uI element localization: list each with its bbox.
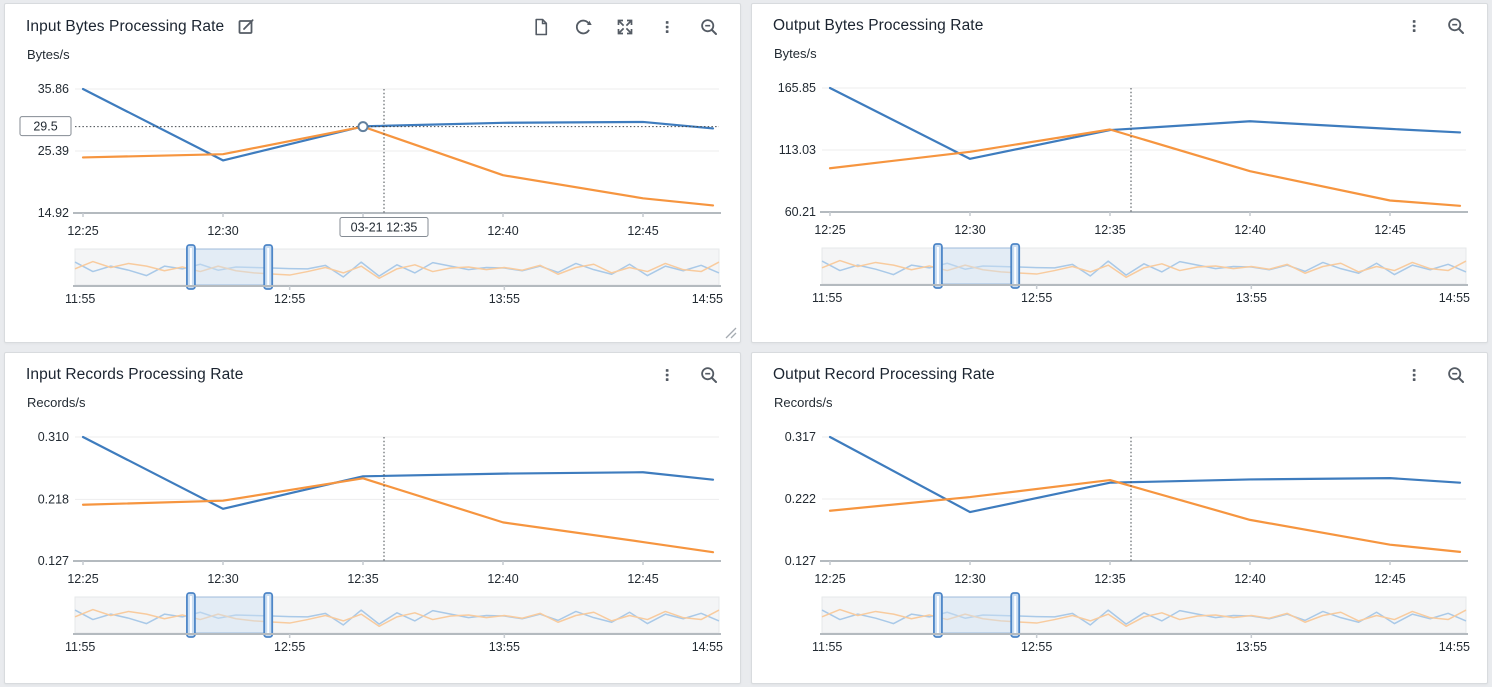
x-tick-label: 12:25 xyxy=(67,224,98,238)
x-tick-label: 12:35 xyxy=(347,572,378,586)
panel-header: Output Record Processing Rate xyxy=(752,353,1487,384)
brush-tick-label: 11:55 xyxy=(65,292,95,306)
panel-title: Input Bytes Processing Rate xyxy=(26,18,224,36)
brush-tick-label: 12:55 xyxy=(274,292,305,306)
x-tick-label: 12:45 xyxy=(1374,572,1405,586)
orange-series-line xyxy=(83,127,713,206)
brush-selection[interactable] xyxy=(938,248,1015,284)
brush-tick-label: 13:55 xyxy=(489,640,520,654)
y-tick-label: 14.92 xyxy=(38,206,69,220)
x-tick-label: 12:25 xyxy=(814,572,845,586)
panel-output-bytes: Output Bytes Processing Rate Bytes/s 165… xyxy=(751,3,1488,343)
x-tick-label: 12:30 xyxy=(207,572,238,586)
x-tick-label: 12:40 xyxy=(1234,572,1265,586)
panel-header: Output Bytes Processing Rate xyxy=(752,4,1487,35)
x-tick-label: 12:30 xyxy=(207,224,238,238)
blue-series-line xyxy=(83,437,713,509)
y-tick-label: 0.218 xyxy=(38,492,69,506)
widget-toolbar xyxy=(532,18,718,36)
document-icon[interactable] xyxy=(532,18,550,36)
y-tick-label: 0.310 xyxy=(38,430,69,444)
zoom-out-icon[interactable] xyxy=(1447,17,1465,35)
orange-series-line xyxy=(83,478,713,552)
x-tick-label: 12:30 xyxy=(954,572,985,586)
panel-header: Input Records Processing Rate xyxy=(5,353,740,384)
widget-toolbar xyxy=(1405,366,1465,384)
resize-handle-icon[interactable] xyxy=(721,323,737,339)
y-tick-label: 0.317 xyxy=(785,430,816,444)
timeseries-chart[interactable]: 0.310 0.218 0.127 12:25 12:30 12:35 12:40 12:45… xyxy=(13,413,733,663)
timeseries-chart[interactable]: 0.317 0.222 0.127 12:25 12:30 12:35 12:40 12:45… xyxy=(760,413,1480,663)
brush-tick-label: 13:55 xyxy=(489,292,520,306)
dashboard-grid: Input Bytes Processing Rate Bytes/s 35.8… xyxy=(0,0,1492,687)
panel-title: Output Bytes Processing Rate xyxy=(773,17,983,35)
timeseries-chart[interactable]: 35.86 25.39 14.92 12:25 12:30 12:40 12:45 29.5 0… xyxy=(13,65,733,315)
y-tick-label: 113.03 xyxy=(779,143,816,157)
blue-series-line xyxy=(830,88,1460,159)
widget-toolbar xyxy=(658,366,718,384)
x-tick-label: 12:45 xyxy=(627,572,658,586)
brush-tick-label: 13:55 xyxy=(1236,291,1267,305)
kebab-menu-icon[interactable] xyxy=(658,366,676,384)
y-tick-label: 25.39 xyxy=(38,144,69,158)
zoom-out-icon[interactable] xyxy=(1447,366,1465,384)
panel-input-records: Input Records Processing Rate Records/s … xyxy=(4,352,741,684)
y-axis-unit-label: Bytes/s xyxy=(5,36,740,62)
zoom-out-icon[interactable] xyxy=(700,18,718,36)
y-tick-label: 60.21 xyxy=(785,205,816,219)
x-tick-label: 12:35 xyxy=(1094,572,1125,586)
brush-tick-label: 14:55 xyxy=(1439,291,1470,305)
hover-marker xyxy=(359,122,368,131)
x-tick-label: 12:30 xyxy=(954,223,985,237)
brush-tick-label: 11:55 xyxy=(812,640,842,654)
y-tick-label: 0.127 xyxy=(38,554,69,568)
panel-title: Output Record Processing Rate xyxy=(773,366,995,384)
x-tick-label: 12:40 xyxy=(487,572,518,586)
y-axis-unit-label: Records/s xyxy=(752,384,1487,410)
kebab-menu-icon[interactable] xyxy=(658,18,676,36)
brush-tick-label: 14:55 xyxy=(1439,640,1470,654)
brush-tick-label: 12:55 xyxy=(1021,640,1052,654)
y-axis-unit-label: Bytes/s xyxy=(752,35,1487,61)
brush-tick-label: 11:55 xyxy=(812,291,842,305)
y-tick-label: 165.85 xyxy=(778,81,816,95)
brush-selection[interactable] xyxy=(938,597,1015,633)
x-tick-label: 12:40 xyxy=(487,224,518,238)
panel-input-bytes: Input Bytes Processing Rate Bytes/s 35.8… xyxy=(4,3,741,343)
orange-series-line xyxy=(830,480,1460,552)
x-tick-label: 12:45 xyxy=(1374,223,1405,237)
x-tick-label: 12:25 xyxy=(814,223,845,237)
brush-tick-label: 14:55 xyxy=(692,640,723,654)
panel-output-records: Output Record Processing Rate Records/s … xyxy=(751,352,1488,684)
orange-series-line xyxy=(830,129,1460,205)
brush-tick-label: 14:55 xyxy=(692,292,723,306)
brush-tick-label: 12:55 xyxy=(1021,291,1052,305)
kebab-menu-icon[interactable] xyxy=(1405,17,1423,35)
expand-icon[interactable] xyxy=(616,18,634,36)
brush-selection[interactable] xyxy=(191,249,268,285)
y-tick-label: 0.222 xyxy=(785,492,816,506)
x-tick-label: 12:45 xyxy=(627,224,658,238)
blue-series-line xyxy=(83,89,713,160)
y-tick-label: 0.127 xyxy=(785,554,816,568)
x-tick-label: 12:40 xyxy=(1234,223,1265,237)
brush-tick-label: 13:55 xyxy=(1236,640,1267,654)
timeseries-chart[interactable]: 165.85 113.03 60.21 12:25 12:30 12:35 12:40 12:… xyxy=(760,64,1480,314)
edit-icon[interactable] xyxy=(237,17,256,36)
y-axis-unit-label: Records/s xyxy=(5,384,740,410)
brush-tick-label: 11:55 xyxy=(65,640,95,654)
x-tick-label: 12:25 xyxy=(67,572,98,586)
panel-header: Input Bytes Processing Rate xyxy=(5,4,740,36)
kebab-menu-icon[interactable] xyxy=(1405,366,1423,384)
brush-selection[interactable] xyxy=(191,597,268,633)
y-tick-label: 35.86 xyxy=(38,82,69,96)
x-tick-label: 12:35 xyxy=(1094,223,1125,237)
refresh-icon[interactable] xyxy=(574,18,592,36)
zoom-out-icon[interactable] xyxy=(700,366,718,384)
crosshair-x-value: 03-21 12:35 xyxy=(351,221,418,235)
widget-toolbar xyxy=(1405,17,1465,35)
crosshair-y-value: 29.5 xyxy=(33,120,57,134)
panel-title: Input Records Processing Rate xyxy=(26,366,243,384)
brush-tick-label: 12:55 xyxy=(274,640,305,654)
